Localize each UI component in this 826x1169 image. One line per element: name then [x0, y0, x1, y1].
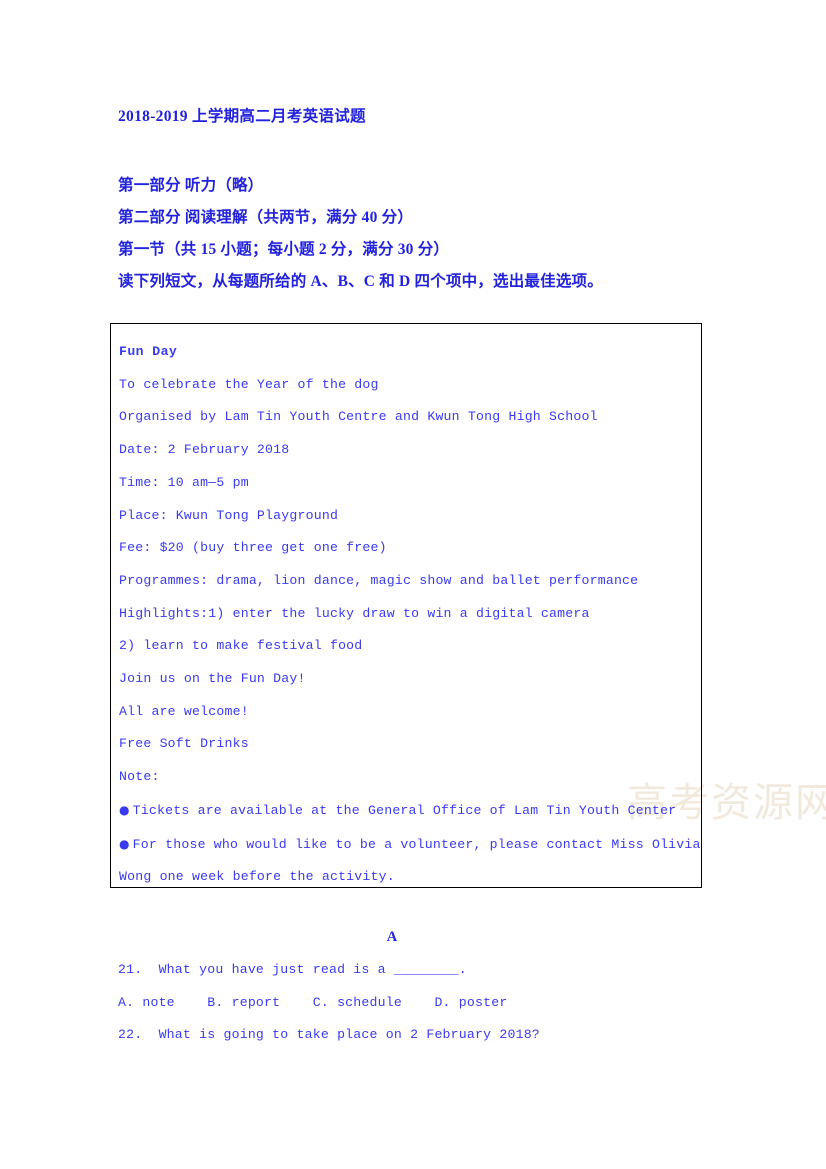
bullet-icon: ●	[119, 802, 130, 817]
poster-heading: Fun Day	[119, 344, 178, 359]
poster-line-place: Place: Kwun Tong Playground	[119, 507, 339, 523]
question-21-options: A. note B. report C. schedule D. poster	[118, 995, 508, 1010]
poster-bullet-tickets: ● Tickets are available at the General Of…	[119, 794, 719, 828]
poster-line-programmes: Programmes: drama, lion dance, magic sho…	[119, 572, 639, 588]
page-title: 2018-2019 上学期高二月考英语试题	[118, 108, 366, 125]
poster-box: Fun Day To celebrate the Year of the dog…	[110, 323, 702, 888]
heading-part-two-reading: 第二部分 阅读理解（共两节，满分 40 分）	[118, 209, 414, 226]
passage-letter-text: A	[386, 929, 398, 945]
poster-line-time: Time: 10 am—5 pm	[119, 474, 249, 490]
heading-instruction: 读下列短文，从每题所给的 A、B、C 和 D 四个项中，选出最佳选项。	[118, 273, 603, 290]
poster-bullet-volunteer: ● For those who would like to be a volunt…	[119, 828, 704, 894]
poster-line-fee: Fee: $20 (buy three get one free)	[119, 540, 387, 556]
question-22: 22. What is going to take place on 2 Feb…	[118, 1027, 540, 1042]
poster-line-highlight-2: 2) learn to make festival food	[119, 638, 363, 654]
heading-section-one: 第一节（共 15 小题；每小题 2 分，满分 30 分）	[118, 241, 450, 258]
poster-line-drinks: Free Soft Drinks	[119, 736, 249, 752]
bullet-icon: ●	[119, 836, 130, 851]
poster-line-note-label: Note:	[119, 769, 160, 785]
question-21: 21. What you have just read is a _______…	[118, 962, 467, 977]
exam-paper-page: 高考资源网 2018-2019 上学期高二月考英语试题 第一部分 听力（略） 第…	[0, 0, 826, 1169]
heading-part-one-listening: 第一部分 听力（略）	[118, 177, 264, 194]
poster-line-welcome: All are welcome!	[119, 703, 249, 719]
poster-line-join: Join us on the Fun Day!	[119, 671, 306, 687]
poster-bullet-tickets-text: Tickets are available at the General Off…	[132, 802, 677, 818]
poster-line-celebrate: To celebrate the Year of the dog	[119, 376, 379, 392]
passage-letter: A	[0, 929, 826, 946]
poster-content: Fun Day To celebrate the Year of the dog…	[119, 336, 719, 894]
poster-line-date: Date: 2 February 2018	[119, 442, 290, 458]
poster-line-organiser: Organised by Lam Tin Youth Centre and Kw…	[119, 409, 598, 425]
poster-bullet-volunteer-text: For those who would like to be a volunte…	[119, 836, 701, 885]
poster-line-highlight-1: Highlights:1) enter the lucky draw to wi…	[119, 605, 590, 621]
